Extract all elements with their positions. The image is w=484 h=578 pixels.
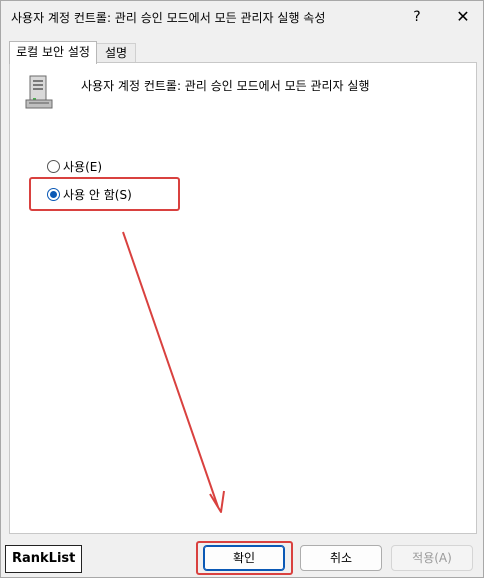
cancel-button[interactable]: 취소: [300, 545, 382, 571]
watermark-logo: RankList: [5, 545, 83, 573]
properties-dialog: 사용자 계정 컨트롤: 관리 승인 모드에서 모든 관리자 실행 속성 ? ✕ …: [0, 0, 484, 578]
tab-local-security-setting[interactable]: 로컬 보안 설정: [9, 41, 97, 64]
tab-explain[interactable]: 설명: [96, 43, 136, 63]
server-icon: [25, 75, 53, 109]
close-button[interactable]: ✕: [449, 5, 477, 29]
window-title: 사용자 계정 컨트롤: 관리 승인 모드에서 모든 관리자 실행 속성: [11, 11, 326, 25]
radio-enable-label: 사용(E): [63, 159, 103, 174]
tab-panel: 사용자 계정 컨트롤: 관리 승인 모드에서 모든 관리자 실행 사용(E) 사…: [9, 62, 477, 534]
help-button[interactable]: ?: [403, 5, 431, 29]
annotation-highlight-disable: [29, 177, 180, 211]
apply-button[interactable]: 적용(A): [391, 545, 473, 571]
title-bar: 사용자 계정 컨트롤: 관리 승인 모드에서 모든 관리자 실행 속성 ? ✕: [1, 1, 483, 33]
ok-button[interactable]: 확인: [203, 545, 285, 571]
radio-circle[interactable]: [47, 159, 60, 173]
radio-enable[interactable]: 사용(E): [47, 157, 102, 175]
policy-title: 사용자 계정 컨트롤: 관리 승인 모드에서 모든 관리자 실행: [81, 79, 370, 93]
